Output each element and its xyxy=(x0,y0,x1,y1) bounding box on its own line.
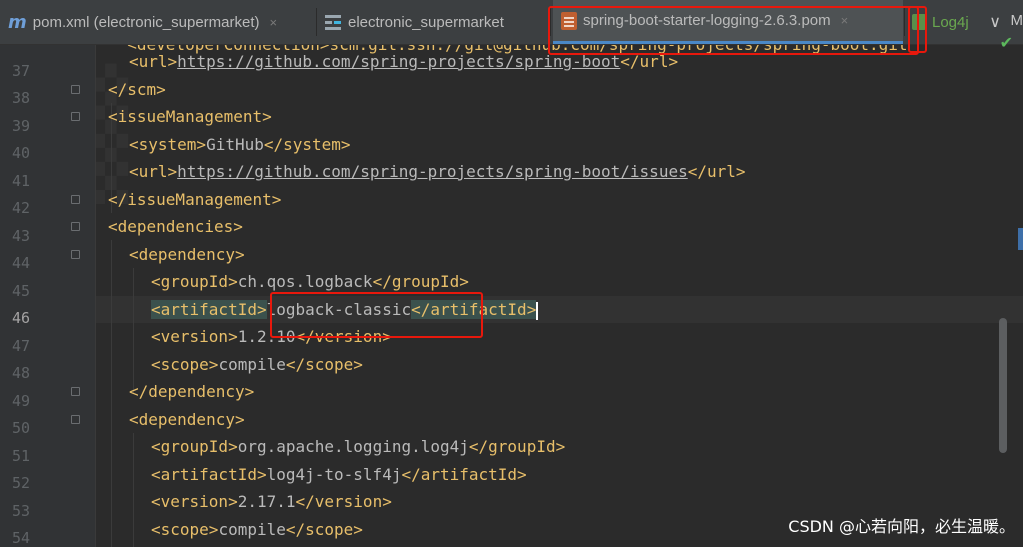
code-line: <dependencies> xyxy=(108,217,243,236)
line-number: 43 xyxy=(11,227,30,245)
line-number: 47 xyxy=(11,337,30,355)
annotation-box-artifact xyxy=(270,292,483,338)
tab-overflow-label: M xyxy=(1010,12,1023,29)
annotation-box-tab-right xyxy=(908,6,927,53)
code-line: <dependency> xyxy=(129,245,245,264)
line-number: 53 xyxy=(11,502,30,520)
fold-marker-icon[interactable] xyxy=(71,250,80,259)
line-number: 39 xyxy=(11,117,30,135)
line-number: 37 xyxy=(11,62,30,80)
tab-electronic-supermarket[interactable]: electronic_supermarket xyxy=(324,0,550,44)
text-caret xyxy=(536,301,539,320)
line-number: 48 xyxy=(11,364,30,382)
line-number-gutter: 37 38 39 40 41 42 43 44 45 46 47 48 49 5… xyxy=(0,45,96,547)
tab-label: Log4j xyxy=(932,13,969,31)
code-line: <dependency> xyxy=(129,410,245,429)
code-line: <artifactId>log4j-to-slf4j</artifactId> xyxy=(151,465,527,484)
tab-label: pom.xml (electronic_supermarket) xyxy=(32,13,260,31)
code-line: </issueManagement> xyxy=(108,190,282,209)
url-link[interactable]: https://github.com/spring-projects/sprin… xyxy=(177,162,688,181)
line-number: 41 xyxy=(11,172,30,190)
code-line: </scm> xyxy=(108,80,166,99)
project-structure-icon xyxy=(324,13,342,31)
line-number: 54 xyxy=(11,529,30,547)
code-line: <scope>compile</scope> xyxy=(151,520,363,539)
line-number: 40 xyxy=(11,144,30,162)
tab-pom-xml[interactable]: m pom.xml (electronic_supermarket) × xyxy=(8,0,320,44)
error-stripe-marker[interactable] xyxy=(1018,228,1023,250)
watermark-text: CSDN @心若向阳，必生温暖。 xyxy=(788,517,1015,536)
fold-marker-icon[interactable] xyxy=(71,195,80,204)
fold-marker-icon[interactable] xyxy=(71,85,80,94)
code-line: <system>GitHub</system> xyxy=(129,135,351,154)
line-number: 44 xyxy=(11,254,30,272)
fold-marker-icon[interactable] xyxy=(71,222,80,231)
fold-marker-icon[interactable] xyxy=(71,112,80,121)
line-number: 45 xyxy=(11,282,30,300)
inspection-ok-icon[interactable]: ✔ xyxy=(1000,33,1013,52)
line-number-current: 46 xyxy=(11,309,30,327)
code-line: <issueManagement> xyxy=(108,107,272,126)
annotation-box-tab xyxy=(548,6,919,55)
code-line: <version>2.17.1</version> xyxy=(151,492,392,511)
vertical-scrollbar-thumb[interactable] xyxy=(999,318,1007,453)
code-line: </dependency> xyxy=(129,382,255,401)
fold-marker-icon[interactable] xyxy=(71,387,80,396)
line-number: 49 xyxy=(11,392,30,410)
close-icon[interactable]: × xyxy=(270,15,278,30)
maven-m-icon: m xyxy=(8,11,27,33)
chevron-down-icon[interactable]: ∨ xyxy=(989,12,1001,31)
code-line: <groupId>ch.qos.logback</groupId> xyxy=(151,272,469,291)
line-number: 38 xyxy=(11,89,30,107)
code-line: <groupId>org.apache.logging.log4j</group… xyxy=(151,437,566,456)
line-number: 51 xyxy=(11,447,30,465)
code-line: <scope>compile</scope> xyxy=(151,355,363,374)
code-editor[interactable]: ▒ <developerConnection>scm:git:ssh://git… xyxy=(96,45,1023,547)
fold-marker-icon[interactable] xyxy=(71,415,80,424)
line-number: 42 xyxy=(11,199,30,217)
code-line: <url>https://github.com/spring-projects/… xyxy=(129,162,746,181)
tab-label: electronic_supermarket xyxy=(348,13,504,31)
line-number: 52 xyxy=(11,474,30,492)
line-number: 50 xyxy=(11,419,30,437)
